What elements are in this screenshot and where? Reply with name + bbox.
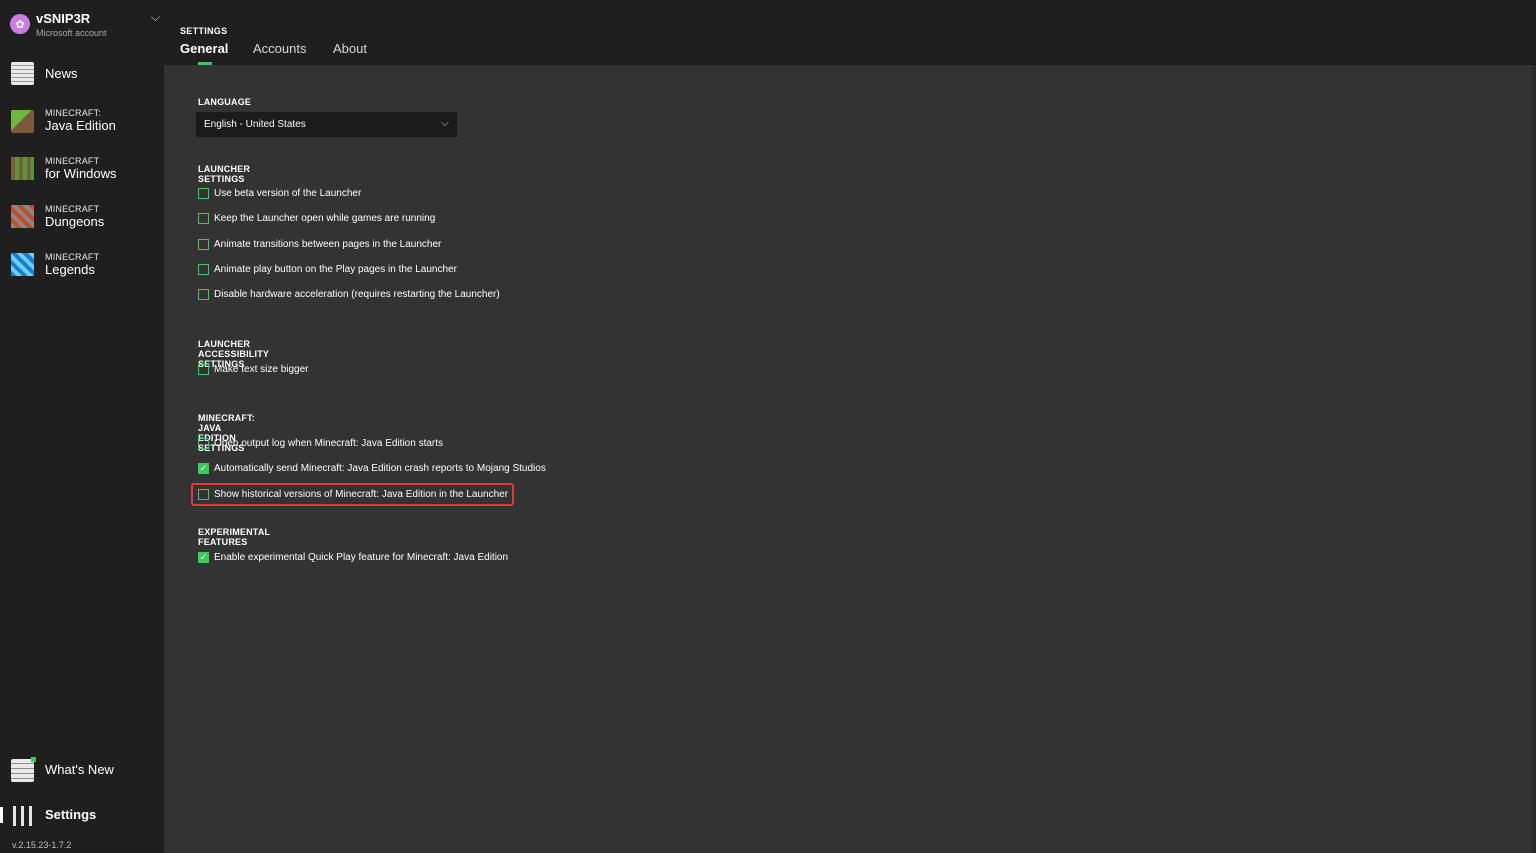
option-open-output-log[interactable]: Open output log when Minecraft: Java Edi…	[198, 436, 443, 450]
option-keep-launcher-open[interactable]: Keep the Launcher open while games are r…	[198, 211, 435, 225]
sidebar-item-for-windows[interactable]: MINECRAFT for Windows	[0, 152, 164, 196]
sidebar-item-subtitle: MINECRAFT	[45, 204, 100, 214]
checkbox[interactable]	[198, 288, 209, 300]
sidebar-item-label: News	[45, 66, 78, 81]
account-type: Microsoft account	[36, 28, 107, 38]
sidebar-item-label: Java Edition	[45, 118, 116, 133]
option-animate-play-button[interactable]: Animate play button on the Play pages in…	[198, 262, 457, 276]
sidebar-item-settings[interactable]: Settings	[0, 800, 164, 844]
option-label: Animate play button on the Play pages in…	[214, 263, 457, 275]
option-label: Animate transitions between pages in the…	[214, 238, 442, 250]
sidebar-item-subtitle: MINECRAFT:	[45, 108, 101, 118]
option-disable-hw-acceleration[interactable]: Disable hardware acceleration (requires …	[198, 287, 500, 301]
page-title: SETTINGS	[180, 26, 228, 36]
chevron-down-icon[interactable]: ⌵	[151, 10, 160, 25]
sidebar-item-java-edition[interactable]: MINECRAFT: Java Edition	[0, 104, 164, 148]
option-beta-launcher[interactable]: Use beta version of the Launcher	[198, 186, 361, 200]
sidebar-item-legends[interactable]: MINECRAFT Legends	[0, 248, 164, 292]
checkbox[interactable]	[198, 212, 209, 224]
tab-about[interactable]: About	[333, 41, 367, 56]
clipboard-icon	[11, 759, 34, 782]
option-quick-play[interactable]: ✓ Enable experimental Quick Play feature…	[198, 550, 508, 564]
checkbox[interactable]	[198, 363, 209, 375]
sidebar-item-dungeons[interactable]: MINECRAFT Dungeons	[0, 200, 164, 244]
section-title-launcher-settings: LAUNCHER SETTINGS	[198, 164, 251, 184]
sidebar-item-whats-new[interactable]: What's New	[0, 754, 164, 798]
sidebar-item-news[interactable]: News	[0, 58, 164, 102]
option-label: Enable experimental Quick Play feature f…	[214, 551, 509, 563]
language-select[interactable]: English - United States ⌵	[196, 112, 457, 137]
chevron-down-icon: ⌵	[440, 117, 449, 129]
option-bigger-text[interactable]: Make text size bigger	[198, 362, 309, 376]
sidebar-item-subtitle: MINECRAFT	[45, 252, 100, 262]
bedrock-icon	[11, 157, 34, 180]
sidebar-item-label: Legends	[45, 262, 95, 277]
highlight-box	[191, 483, 514, 506]
sidebar: ✿ vSNIP3R Microsoft account ⌵ News MINEC…	[0, 0, 164, 853]
active-indicator	[0, 807, 3, 823]
settings-header: SETTINGS General Accounts About	[164, 0, 1536, 65]
version-label: v.2.15.23-1.7.2	[12, 840, 72, 850]
tab-active-indicator	[198, 62, 212, 65]
sliders-icon	[11, 804, 34, 827]
section-title-experimental: EXPERIMENTAL FEATURES	[198, 527, 271, 547]
section-title-language: LANGUAGE	[198, 97, 252, 107]
dungeons-icon	[11, 205, 34, 228]
checkbox[interactable]	[198, 238, 209, 250]
java-edition-icon	[11, 110, 34, 133]
checkbox[interactable]	[198, 187, 209, 199]
account-name: vSNIP3R	[36, 11, 91, 26]
avatar: ✿	[10, 14, 30, 34]
tab-general[interactable]: General	[180, 41, 228, 56]
option-label: Make text size bigger	[214, 363, 309, 375]
sidebar-item-subtitle: MINECRAFT	[45, 156, 100, 166]
checkbox[interactable]	[198, 437, 209, 449]
language-value: English - United States	[204, 119, 306, 130]
option-label: Open output log when Minecraft: Java Edi…	[214, 437, 444, 449]
sidebar-item-label: Settings	[45, 807, 97, 822]
scrollbar[interactable]	[1532, 65, 1536, 853]
checkbox[interactable]: ✓	[198, 462, 209, 474]
news-icon	[11, 62, 34, 85]
option-animate-transitions[interactable]: Animate transitions between pages in the…	[198, 237, 441, 251]
option-label: Automatically send Minecraft: Java Editi…	[214, 462, 546, 474]
option-label: Use beta version of the Launcher	[214, 187, 362, 199]
option-label: Disable hardware acceleration (requires …	[214, 288, 500, 300]
sidebar-item-label: What's New	[45, 762, 114, 777]
checkbox[interactable]	[198, 263, 209, 275]
sidebar-item-label: Dungeons	[45, 214, 105, 229]
checkbox[interactable]: ✓	[198, 551, 209, 563]
legends-icon	[11, 253, 34, 276]
option-send-crash-reports[interactable]: ✓ Automatically send Minecraft: Java Edi…	[198, 461, 546, 475]
sidebar-item-label: for Windows	[45, 166, 117, 181]
notification-dot	[31, 757, 36, 762]
option-label: Keep the Launcher open while games are r…	[214, 212, 436, 224]
account-switcher[interactable]: ✿ vSNIP3R Microsoft account ⌵	[10, 10, 160, 42]
tab-accounts[interactable]: Accounts	[253, 41, 306, 56]
